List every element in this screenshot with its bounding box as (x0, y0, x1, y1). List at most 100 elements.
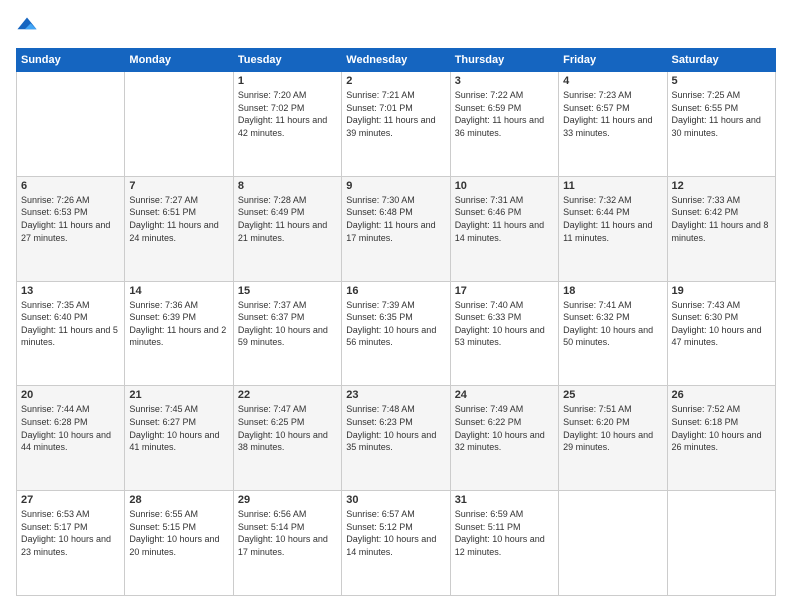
calendar-cell: 1 Sunrise: 7:20 AM Sunset: 7:02 PM Dayli… (233, 72, 341, 177)
day-info: Sunrise: 7:25 AM Sunset: 6:55 PM Dayligh… (672, 89, 771, 139)
day-number: 19 (672, 285, 771, 297)
calendar-week-row: 6 Sunrise: 7:26 AM Sunset: 6:53 PM Dayli… (17, 176, 776, 281)
day-info: Sunrise: 7:22 AM Sunset: 6:59 PM Dayligh… (455, 89, 554, 139)
day-info: Sunrise: 7:21 AM Sunset: 7:01 PM Dayligh… (346, 89, 445, 139)
calendar-cell: 29 Sunrise: 6:56 AM Sunset: 5:14 PM Dayl… (233, 491, 341, 596)
day-number: 31 (455, 494, 554, 506)
page: SundayMondayTuesdayWednesdayThursdayFrid… (0, 0, 792, 612)
day-number: 3 (455, 75, 554, 87)
calendar-cell: 26 Sunrise: 7:52 AM Sunset: 6:18 PM Dayl… (667, 386, 775, 491)
day-info: Sunrise: 7:35 AM Sunset: 6:40 PM Dayligh… (21, 299, 120, 349)
day-info: Sunrise: 6:59 AM Sunset: 5:11 PM Dayligh… (455, 508, 554, 558)
calendar-cell (125, 72, 233, 177)
day-number: 26 (672, 389, 771, 401)
calendar-cell (559, 491, 667, 596)
day-info: Sunrise: 7:39 AM Sunset: 6:35 PM Dayligh… (346, 299, 445, 349)
day-info: Sunrise: 6:57 AM Sunset: 5:12 PM Dayligh… (346, 508, 445, 558)
calendar-cell: 17 Sunrise: 7:40 AM Sunset: 6:33 PM Dayl… (450, 281, 558, 386)
calendar-table: SundayMondayTuesdayWednesdayThursdayFrid… (16, 48, 776, 596)
calendar-week-row: 27 Sunrise: 6:53 AM Sunset: 5:17 PM Dayl… (17, 491, 776, 596)
day-number: 25 (563, 389, 662, 401)
calendar-week-row: 20 Sunrise: 7:44 AM Sunset: 6:28 PM Dayl… (17, 386, 776, 491)
day-info: Sunrise: 7:33 AM Sunset: 6:42 PM Dayligh… (672, 194, 771, 244)
day-info: Sunrise: 7:32 AM Sunset: 6:44 PM Dayligh… (563, 194, 662, 244)
day-number: 30 (346, 494, 445, 506)
day-number: 28 (129, 494, 228, 506)
day-info: Sunrise: 6:56 AM Sunset: 5:14 PM Dayligh… (238, 508, 337, 558)
day-number: 15 (238, 285, 337, 297)
calendar-body: 1 Sunrise: 7:20 AM Sunset: 7:02 PM Dayli… (17, 72, 776, 596)
day-info: Sunrise: 6:53 AM Sunset: 5:17 PM Dayligh… (21, 508, 120, 558)
day-info: Sunrise: 7:37 AM Sunset: 6:37 PM Dayligh… (238, 299, 337, 349)
day-info: Sunrise: 7:27 AM Sunset: 6:51 PM Dayligh… (129, 194, 228, 244)
weekday-header: Saturday (667, 49, 775, 72)
calendar-cell: 10 Sunrise: 7:31 AM Sunset: 6:46 PM Dayl… (450, 176, 558, 281)
calendar-cell: 31 Sunrise: 6:59 AM Sunset: 5:11 PM Dayl… (450, 491, 558, 596)
day-info: Sunrise: 7:49 AM Sunset: 6:22 PM Dayligh… (455, 403, 554, 453)
weekday-header: Tuesday (233, 49, 341, 72)
calendar-cell: 3 Sunrise: 7:22 AM Sunset: 6:59 PM Dayli… (450, 72, 558, 177)
day-number: 5 (672, 75, 771, 87)
day-number: 23 (346, 389, 445, 401)
day-number: 17 (455, 285, 554, 297)
day-info: Sunrise: 7:36 AM Sunset: 6:39 PM Dayligh… (129, 299, 228, 349)
day-number: 14 (129, 285, 228, 297)
day-number: 20 (21, 389, 120, 401)
calendar-cell: 12 Sunrise: 7:33 AM Sunset: 6:42 PM Dayl… (667, 176, 775, 281)
weekday-header: Sunday (17, 49, 125, 72)
weekday-header: Wednesday (342, 49, 450, 72)
calendar-cell: 7 Sunrise: 7:27 AM Sunset: 6:51 PM Dayli… (125, 176, 233, 281)
day-number: 10 (455, 180, 554, 192)
day-number: 11 (563, 180, 662, 192)
day-number: 24 (455, 389, 554, 401)
logo-icon (16, 16, 38, 38)
calendar-cell (17, 72, 125, 177)
day-number: 18 (563, 285, 662, 297)
day-number: 2 (346, 75, 445, 87)
day-info: Sunrise: 7:28 AM Sunset: 6:49 PM Dayligh… (238, 194, 337, 244)
calendar-cell: 14 Sunrise: 7:36 AM Sunset: 6:39 PM Dayl… (125, 281, 233, 386)
calendar-cell: 30 Sunrise: 6:57 AM Sunset: 5:12 PM Dayl… (342, 491, 450, 596)
day-info: Sunrise: 7:30 AM Sunset: 6:48 PM Dayligh… (346, 194, 445, 244)
calendar-cell: 11 Sunrise: 7:32 AM Sunset: 6:44 PM Dayl… (559, 176, 667, 281)
calendar-cell: 13 Sunrise: 7:35 AM Sunset: 6:40 PM Dayl… (17, 281, 125, 386)
calendar-cell: 15 Sunrise: 7:37 AM Sunset: 6:37 PM Dayl… (233, 281, 341, 386)
day-info: Sunrise: 7:23 AM Sunset: 6:57 PM Dayligh… (563, 89, 662, 139)
day-info: Sunrise: 7:40 AM Sunset: 6:33 PM Dayligh… (455, 299, 554, 349)
day-info: Sunrise: 7:48 AM Sunset: 6:23 PM Dayligh… (346, 403, 445, 453)
day-info: Sunrise: 7:52 AM Sunset: 6:18 PM Dayligh… (672, 403, 771, 453)
day-info: Sunrise: 7:26 AM Sunset: 6:53 PM Dayligh… (21, 194, 120, 244)
header (16, 16, 776, 38)
calendar-header-row: SundayMondayTuesdayWednesdayThursdayFrid… (17, 49, 776, 72)
day-number: 22 (238, 389, 337, 401)
day-number: 8 (238, 180, 337, 192)
calendar-cell: 6 Sunrise: 7:26 AM Sunset: 6:53 PM Dayli… (17, 176, 125, 281)
calendar-cell (667, 491, 775, 596)
day-number: 1 (238, 75, 337, 87)
calendar-cell: 9 Sunrise: 7:30 AM Sunset: 6:48 PM Dayli… (342, 176, 450, 281)
calendar-cell: 16 Sunrise: 7:39 AM Sunset: 6:35 PM Dayl… (342, 281, 450, 386)
calendar-cell: 27 Sunrise: 6:53 AM Sunset: 5:17 PM Dayl… (17, 491, 125, 596)
weekday-header: Monday (125, 49, 233, 72)
day-number: 6 (21, 180, 120, 192)
calendar-cell: 8 Sunrise: 7:28 AM Sunset: 6:49 PM Dayli… (233, 176, 341, 281)
day-number: 12 (672, 180, 771, 192)
calendar-cell: 21 Sunrise: 7:45 AM Sunset: 6:27 PM Dayl… (125, 386, 233, 491)
day-number: 21 (129, 389, 228, 401)
day-info: Sunrise: 7:51 AM Sunset: 6:20 PM Dayligh… (563, 403, 662, 453)
day-number: 9 (346, 180, 445, 192)
calendar-cell: 20 Sunrise: 7:44 AM Sunset: 6:28 PM Dayl… (17, 386, 125, 491)
day-info: Sunrise: 7:41 AM Sunset: 6:32 PM Dayligh… (563, 299, 662, 349)
calendar-cell: 28 Sunrise: 6:55 AM Sunset: 5:15 PM Dayl… (125, 491, 233, 596)
day-info: Sunrise: 7:44 AM Sunset: 6:28 PM Dayligh… (21, 403, 120, 453)
day-info: Sunrise: 7:47 AM Sunset: 6:25 PM Dayligh… (238, 403, 337, 453)
calendar-cell: 23 Sunrise: 7:48 AM Sunset: 6:23 PM Dayl… (342, 386, 450, 491)
day-info: Sunrise: 7:43 AM Sunset: 6:30 PM Dayligh… (672, 299, 771, 349)
day-number: 29 (238, 494, 337, 506)
calendar-cell: 5 Sunrise: 7:25 AM Sunset: 6:55 PM Dayli… (667, 72, 775, 177)
calendar-week-row: 13 Sunrise: 7:35 AM Sunset: 6:40 PM Dayl… (17, 281, 776, 386)
day-info: Sunrise: 7:20 AM Sunset: 7:02 PM Dayligh… (238, 89, 337, 139)
day-info: Sunrise: 7:45 AM Sunset: 6:27 PM Dayligh… (129, 403, 228, 453)
calendar-cell: 2 Sunrise: 7:21 AM Sunset: 7:01 PM Dayli… (342, 72, 450, 177)
day-number: 13 (21, 285, 120, 297)
